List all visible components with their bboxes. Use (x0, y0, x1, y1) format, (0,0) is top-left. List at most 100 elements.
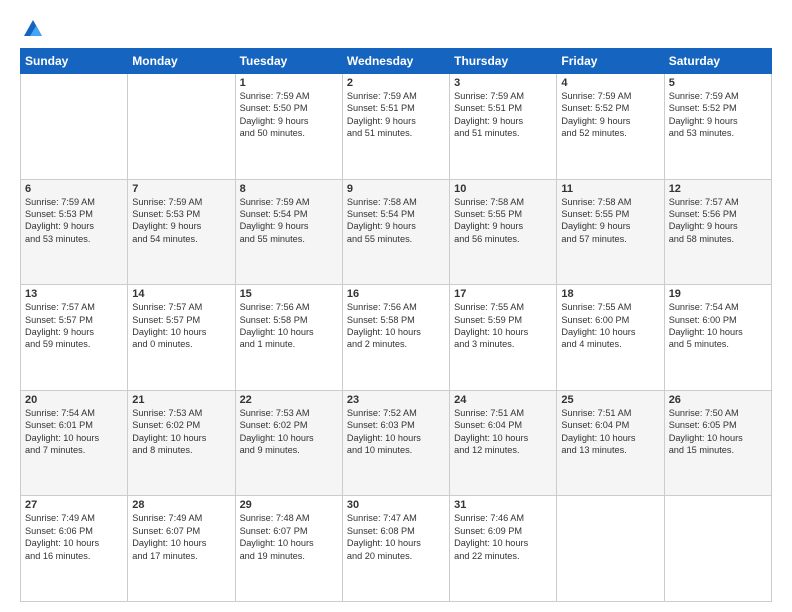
day-number: 27 (25, 499, 123, 511)
day-number: 26 (669, 394, 767, 406)
day-number: 6 (25, 183, 123, 195)
day-number: 28 (132, 499, 230, 511)
calendar-header-tuesday: Tuesday (235, 49, 342, 74)
day-info: Sunrise: 7:51 AM Sunset: 6:04 PM Dayligh… (454, 407, 552, 457)
day-info: Sunrise: 7:57 AM Sunset: 5:56 PM Dayligh… (669, 196, 767, 246)
calendar-week-2: 13Sunrise: 7:57 AM Sunset: 5:57 PM Dayli… (21, 285, 772, 391)
day-info: Sunrise: 7:52 AM Sunset: 6:03 PM Dayligh… (347, 407, 445, 457)
day-info: Sunrise: 7:55 AM Sunset: 6:00 PM Dayligh… (561, 301, 659, 351)
calendar-header-monday: Monday (128, 49, 235, 74)
day-number: 1 (240, 77, 338, 89)
calendar-cell: 4Sunrise: 7:59 AM Sunset: 5:52 PM Daylig… (557, 74, 664, 180)
day-info: Sunrise: 7:53 AM Sunset: 6:02 PM Dayligh… (132, 407, 230, 457)
day-number: 18 (561, 288, 659, 300)
calendar-header-friday: Friday (557, 49, 664, 74)
calendar-cell: 5Sunrise: 7:59 AM Sunset: 5:52 PM Daylig… (664, 74, 771, 180)
calendar-cell: 27Sunrise: 7:49 AM Sunset: 6:06 PM Dayli… (21, 496, 128, 602)
calendar-cell: 25Sunrise: 7:51 AM Sunset: 6:04 PM Dayli… (557, 390, 664, 496)
day-info: Sunrise: 7:57 AM Sunset: 5:57 PM Dayligh… (25, 301, 123, 351)
day-number: 7 (132, 183, 230, 195)
day-info: Sunrise: 7:58 AM Sunset: 5:54 PM Dayligh… (347, 196, 445, 246)
day-number: 13 (25, 288, 123, 300)
calendar-cell: 1Sunrise: 7:59 AM Sunset: 5:50 PM Daylig… (235, 74, 342, 180)
day-number: 3 (454, 77, 552, 89)
day-info: Sunrise: 7:59 AM Sunset: 5:50 PM Dayligh… (240, 90, 338, 140)
calendar-cell (128, 74, 235, 180)
day-info: Sunrise: 7:59 AM Sunset: 5:52 PM Dayligh… (669, 90, 767, 140)
day-info: Sunrise: 7:59 AM Sunset: 5:51 PM Dayligh… (454, 90, 552, 140)
day-info: Sunrise: 7:55 AM Sunset: 5:59 PM Dayligh… (454, 301, 552, 351)
logo (20, 18, 44, 40)
calendar-cell (664, 496, 771, 602)
calendar-cell: 6Sunrise: 7:59 AM Sunset: 5:53 PM Daylig… (21, 179, 128, 285)
day-number: 8 (240, 183, 338, 195)
calendar-week-4: 27Sunrise: 7:49 AM Sunset: 6:06 PM Dayli… (21, 496, 772, 602)
day-info: Sunrise: 7:53 AM Sunset: 6:02 PM Dayligh… (240, 407, 338, 457)
day-number: 21 (132, 394, 230, 406)
day-info: Sunrise: 7:59 AM Sunset: 5:51 PM Dayligh… (347, 90, 445, 140)
day-number: 11 (561, 183, 659, 195)
calendar-cell: 31Sunrise: 7:46 AM Sunset: 6:09 PM Dayli… (450, 496, 557, 602)
day-number: 24 (454, 394, 552, 406)
calendar-cell: 2Sunrise: 7:59 AM Sunset: 5:51 PM Daylig… (342, 74, 449, 180)
calendar-header-wednesday: Wednesday (342, 49, 449, 74)
day-number: 25 (561, 394, 659, 406)
day-info: Sunrise: 7:50 AM Sunset: 6:05 PM Dayligh… (669, 407, 767, 457)
calendar-week-0: 1Sunrise: 7:59 AM Sunset: 5:50 PM Daylig… (21, 74, 772, 180)
day-info: Sunrise: 7:48 AM Sunset: 6:07 PM Dayligh… (240, 512, 338, 562)
day-info: Sunrise: 7:57 AM Sunset: 5:57 PM Dayligh… (132, 301, 230, 351)
day-info: Sunrise: 7:59 AM Sunset: 5:53 PM Dayligh… (25, 196, 123, 246)
day-number: 12 (669, 183, 767, 195)
calendar-cell: 29Sunrise: 7:48 AM Sunset: 6:07 PM Dayli… (235, 496, 342, 602)
calendar: SundayMondayTuesdayWednesdayThursdayFrid… (20, 48, 772, 602)
day-info: Sunrise: 7:59 AM Sunset: 5:52 PM Dayligh… (561, 90, 659, 140)
day-number: 5 (669, 77, 767, 89)
calendar-cell: 24Sunrise: 7:51 AM Sunset: 6:04 PM Dayli… (450, 390, 557, 496)
calendar-cell: 9Sunrise: 7:58 AM Sunset: 5:54 PM Daylig… (342, 179, 449, 285)
day-info: Sunrise: 7:58 AM Sunset: 5:55 PM Dayligh… (561, 196, 659, 246)
day-number: 20 (25, 394, 123, 406)
page: SundayMondayTuesdayWednesdayThursdayFrid… (0, 0, 792, 612)
calendar-cell: 21Sunrise: 7:53 AM Sunset: 6:02 PM Dayli… (128, 390, 235, 496)
calendar-cell: 23Sunrise: 7:52 AM Sunset: 6:03 PM Dayli… (342, 390, 449, 496)
day-info: Sunrise: 7:56 AM Sunset: 5:58 PM Dayligh… (240, 301, 338, 351)
calendar-header-thursday: Thursday (450, 49, 557, 74)
day-info: Sunrise: 7:46 AM Sunset: 6:09 PM Dayligh… (454, 512, 552, 562)
day-info: Sunrise: 7:49 AM Sunset: 6:06 PM Dayligh… (25, 512, 123, 562)
calendar-cell: 8Sunrise: 7:59 AM Sunset: 5:54 PM Daylig… (235, 179, 342, 285)
calendar-cell: 20Sunrise: 7:54 AM Sunset: 6:01 PM Dayli… (21, 390, 128, 496)
day-number: 29 (240, 499, 338, 511)
day-number: 9 (347, 183, 445, 195)
calendar-cell: 10Sunrise: 7:58 AM Sunset: 5:55 PM Dayli… (450, 179, 557, 285)
header (20, 18, 772, 40)
calendar-cell: 3Sunrise: 7:59 AM Sunset: 5:51 PM Daylig… (450, 74, 557, 180)
day-info: Sunrise: 7:47 AM Sunset: 6:08 PM Dayligh… (347, 512, 445, 562)
calendar-header-sunday: Sunday (21, 49, 128, 74)
day-info: Sunrise: 7:58 AM Sunset: 5:55 PM Dayligh… (454, 196, 552, 246)
day-info: Sunrise: 7:59 AM Sunset: 5:53 PM Dayligh… (132, 196, 230, 246)
day-info: Sunrise: 7:59 AM Sunset: 5:54 PM Dayligh… (240, 196, 338, 246)
day-number: 10 (454, 183, 552, 195)
day-number: 17 (454, 288, 552, 300)
day-number: 14 (132, 288, 230, 300)
day-number: 22 (240, 394, 338, 406)
day-info: Sunrise: 7:56 AM Sunset: 5:58 PM Dayligh… (347, 301, 445, 351)
calendar-cell: 15Sunrise: 7:56 AM Sunset: 5:58 PM Dayli… (235, 285, 342, 391)
calendar-cell: 22Sunrise: 7:53 AM Sunset: 6:02 PM Dayli… (235, 390, 342, 496)
day-number: 2 (347, 77, 445, 89)
day-number: 19 (669, 288, 767, 300)
calendar-cell: 14Sunrise: 7:57 AM Sunset: 5:57 PM Dayli… (128, 285, 235, 391)
calendar-cell: 16Sunrise: 7:56 AM Sunset: 5:58 PM Dayli… (342, 285, 449, 391)
calendar-cell: 7Sunrise: 7:59 AM Sunset: 5:53 PM Daylig… (128, 179, 235, 285)
calendar-header-saturday: Saturday (664, 49, 771, 74)
day-number: 31 (454, 499, 552, 511)
calendar-cell: 19Sunrise: 7:54 AM Sunset: 6:00 PM Dayli… (664, 285, 771, 391)
calendar-week-3: 20Sunrise: 7:54 AM Sunset: 6:01 PM Dayli… (21, 390, 772, 496)
calendar-cell: 11Sunrise: 7:58 AM Sunset: 5:55 PM Dayli… (557, 179, 664, 285)
calendar-cell (557, 496, 664, 602)
day-number: 15 (240, 288, 338, 300)
calendar-cell: 28Sunrise: 7:49 AM Sunset: 6:07 PM Dayli… (128, 496, 235, 602)
calendar-cell: 13Sunrise: 7:57 AM Sunset: 5:57 PM Dayli… (21, 285, 128, 391)
logo-icon (22, 18, 44, 40)
calendar-cell: 30Sunrise: 7:47 AM Sunset: 6:08 PM Dayli… (342, 496, 449, 602)
